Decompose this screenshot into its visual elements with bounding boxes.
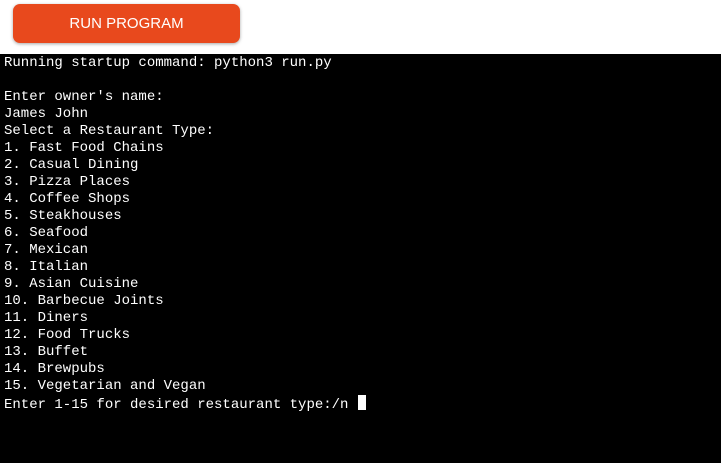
input-prompt: Enter 1-15 for desired restaurant type:/…	[4, 397, 357, 413]
terminal[interactable]: Running startup command: python3 run.py …	[0, 54, 721, 463]
option-line: 2. Casual Dining	[4, 157, 139, 173]
option-line: 13. Buffet	[4, 344, 89, 360]
option-line: 12. Food Trucks	[4, 327, 131, 343]
input-line[interactable]: Enter 1-15 for desired restaurant type:/…	[4, 395, 721, 413]
owner-prompt: Enter owner's name:	[4, 89, 164, 105]
option-line: 6. Seafood	[4, 225, 89, 241]
run-program-button[interactable]: RUN PROGRAM	[13, 4, 240, 43]
option-line: 7. Mexican	[4, 242, 89, 258]
option-line: 5. Steakhouses	[4, 208, 122, 224]
option-line: 15. Vegetarian and Vegan	[4, 378, 206, 394]
option-line: 10. Barbecue Joints	[4, 293, 164, 309]
startup-line: Running startup command: python3 run.py	[4, 55, 332, 71]
option-line: 8. Italian	[4, 259, 89, 275]
option-line: 1. Fast Food Chains	[4, 140, 164, 156]
text-cursor	[357, 395, 366, 410]
option-line: 14. Brewpubs	[4, 361, 105, 377]
option-line: 4. Coffee Shops	[4, 191, 131, 207]
option-line: 11. Diners	[4, 310, 89, 326]
owner-value: James John	[4, 106, 89, 122]
type-prompt: Select a Restaurant Type:	[4, 123, 215, 139]
option-line: 9. Asian Cuisine	[4, 276, 139, 292]
option-line: 3. Pizza Places	[4, 174, 131, 190]
